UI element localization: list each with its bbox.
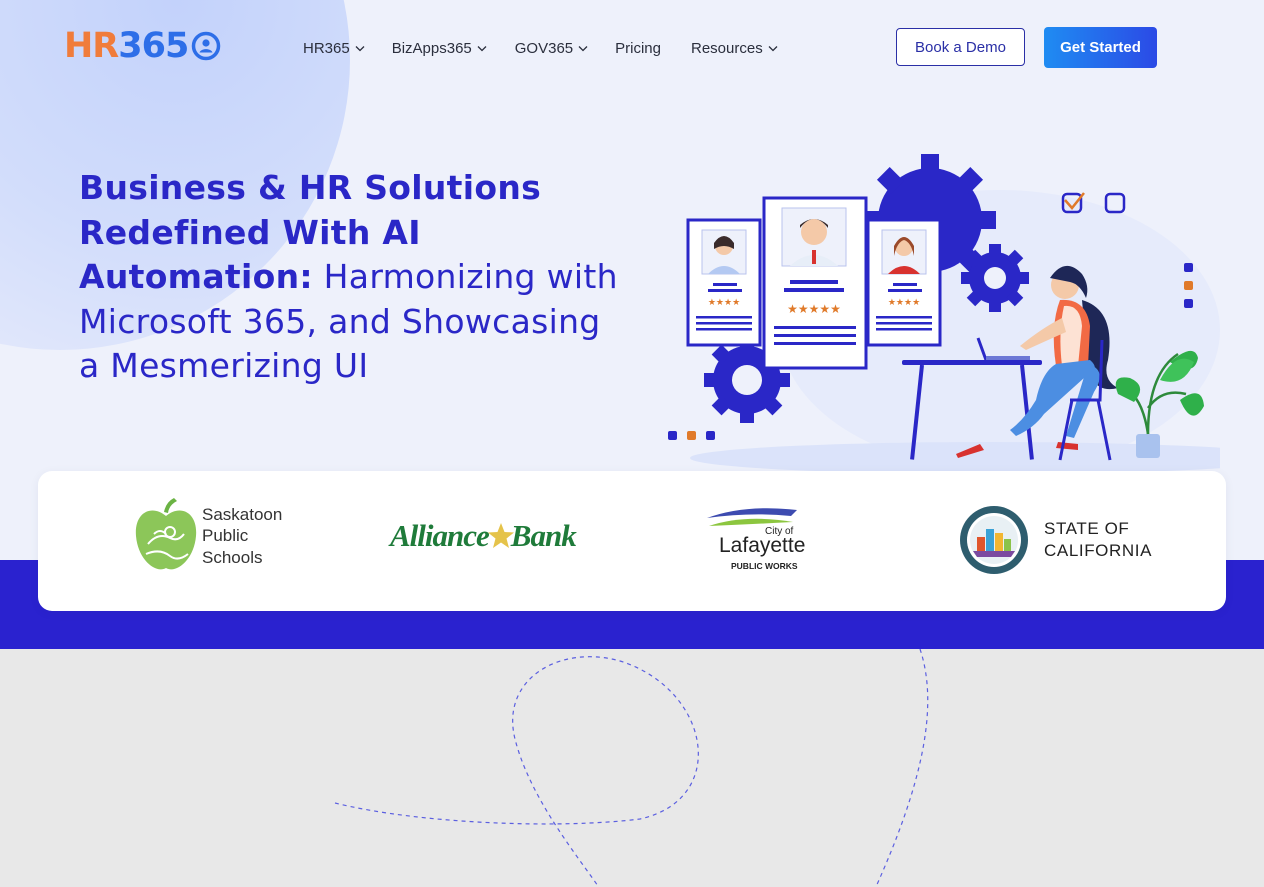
headline-line-1: Business & HR Solutions: [79, 168, 542, 207]
chevron-down-icon: [768, 45, 778, 51]
client-state-of-california[interactable]: STATE OF CALIFORNIA: [959, 505, 1152, 575]
nav-item-label: Resources: [691, 39, 763, 57]
profile-card-center: ★★★★★: [762, 196, 868, 370]
client-alliance-bank[interactable]: Alliance Bank: [390, 518, 577, 554]
rating-stars-right: ★★★★: [888, 298, 920, 308]
saskatoon-text: Saskatoon Public Schools: [202, 504, 282, 569]
headline-line-4: Microsoft 365, and Showcasing: [79, 301, 601, 341]
headline-line-5: a Mesmerizing UI: [79, 346, 369, 385]
hr365-logo[interactable]: HR 365: [64, 26, 221, 66]
saskatoon-line-1: Saskatoon: [202, 504, 283, 524]
lafayette-logo-icon: City of Lafayette PUBLIC WORKS: [707, 508, 805, 571]
nav-item-label: BizApps365: [391, 39, 472, 57]
bank-text: Bank: [510, 518, 577, 553]
nav-item-label: HR365: [303, 39, 350, 57]
headline-line-2: Redefined With AI: [79, 212, 421, 252]
user-circle-icon: [192, 31, 221, 61]
chevron-down-icon: [578, 45, 588, 51]
client-saskatoon-public-schools[interactable]: Saskatoon Public Schools: [134, 498, 282, 574]
california-line-1: STATE OF: [1044, 519, 1130, 538]
logo-number: 365: [118, 26, 189, 66]
main-nav: HR365 BizApps365 GOV365 Pricing Resource…: [303, 38, 778, 58]
rating-stars-center: ★★★★★: [787, 302, 841, 316]
nav-item-label: GOV365: [514, 39, 574, 57]
lafayette-name-text: Lafayette: [719, 534, 805, 557]
headline-line-3-light: Harmonizing with: [312, 257, 618, 296]
nav-item-resources[interactable]: Resources: [691, 38, 778, 58]
california-text: STATE OF CALIFORNIA: [1044, 518, 1152, 562]
state-seal-icon: [960, 506, 1028, 574]
lafayette-sub-text: PUBLIC WORKS: [731, 561, 798, 571]
client-city-of-lafayette[interactable]: City of Lafayette PUBLIC WORKS: [705, 504, 813, 574]
hr-profiles-gears-illustration: ★★★★ ★★★★★ ★★★★: [668, 154, 1220, 474]
saskatoon-line-3: Schools: [202, 547, 263, 567]
profile-card-right: ★★★★: [866, 218, 942, 347]
nav-item-hr365[interactable]: HR365: [303, 38, 365, 58]
nav-item-pricing[interactable]: Pricing: [615, 38, 661, 58]
nav-item-label: Pricing: [615, 39, 661, 57]
profile-card-left: ★★★★: [686, 218, 762, 347]
book-demo-button[interactable]: Book a Demo: [896, 28, 1025, 66]
nav-item-gov365[interactable]: GOV365: [515, 38, 588, 58]
headline-line-3-bold: Automation:: [79, 257, 313, 296]
top-navbar: HR 365 HR365 BizApps365 GOV365 Pricing R…: [0, 0, 1264, 95]
decorative-dashed-curve: [334, 649, 929, 887]
california-line-2: CALIFORNIA: [1044, 541, 1153, 560]
logo-prefix: HR: [64, 26, 119, 66]
saskatoon-line-2: Public: [202, 526, 249, 546]
chevron-down-icon: [355, 45, 365, 51]
lower-section: [0, 649, 1264, 887]
chevron-down-icon: [477, 45, 487, 51]
alliance-text: Alliance: [390, 518, 490, 553]
get-started-button[interactable]: Get Started: [1044, 27, 1157, 68]
gear-small-icon: [961, 244, 1029, 312]
client-logos-card: Saskatoon Public Schools Alliance Bank C…: [38, 471, 1226, 611]
nav-item-bizapps365[interactable]: BizApps365: [392, 38, 487, 58]
apple-logo-icon: [135, 498, 197, 570]
rating-stars-left: ★★★★: [708, 298, 740, 308]
hero-headline: Business & HR Solutions Redefined With A…: [79, 166, 619, 389]
